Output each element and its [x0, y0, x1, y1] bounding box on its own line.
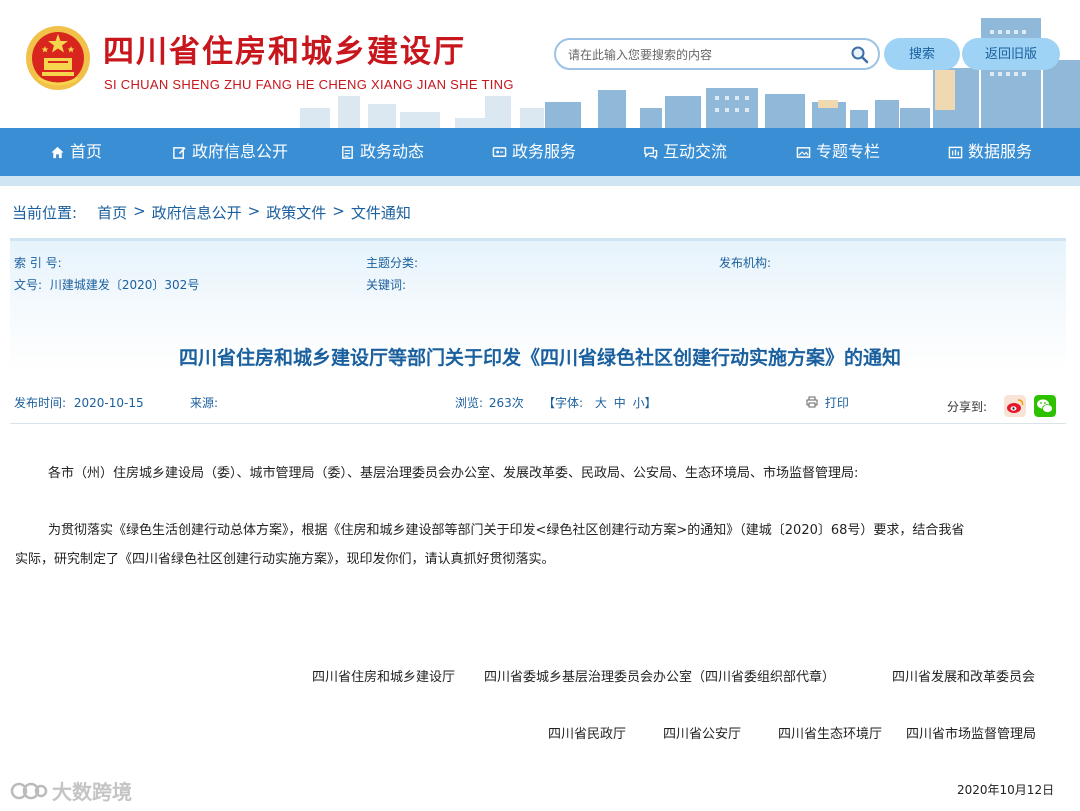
wechat-share-icon[interactable]	[1034, 395, 1056, 417]
search-button[interactable]: 搜索	[884, 38, 960, 70]
data-icon	[948, 146, 963, 158]
breadcrumb-item-gov-info[interactable]: 政府信息公开	[152, 202, 242, 223]
search-box	[554, 38, 880, 70]
site-header: 四川省住房和城乡建设厅 SI CHUAN SHENG ZHU FANG HE C…	[0, 0, 1080, 128]
nav-item-topics[interactable]: 专题专栏	[796, 128, 880, 176]
site-title: 四川省住房和城乡建设厅	[103, 34, 466, 70]
font-small-button[interactable]: 小】	[633, 396, 657, 410]
home-icon	[51, 146, 64, 158]
font-size-controls: 【字体: 大 中 小】	[543, 394, 657, 411]
publish-time-value: 2020-10-15	[73, 396, 144, 410]
nav-item-services[interactable]: 政务服务	[492, 128, 576, 176]
search-icon[interactable]	[850, 45, 870, 65]
watermark-logo-icon	[10, 782, 48, 799]
font-medium-button[interactable]: 中	[614, 396, 626, 410]
print-label: 打印	[824, 396, 849, 410]
nav-item-label: 政府信息公开	[192, 142, 289, 161]
topic-label: 主题分类:	[366, 256, 419, 270]
font-large-button[interactable]: 大	[595, 396, 607, 410]
index-number-label: 索 引 号:	[14, 256, 62, 270]
meta-divider	[10, 423, 1066, 424]
share-label: 分享到:	[947, 400, 988, 414]
breadcrumb: 当前位置: 首页 > 政府信息公开 > 政策文件 > 文件通知	[12, 202, 411, 223]
breadcrumb-item-notices[interactable]: 文件通知	[351, 202, 411, 223]
nav-item-gov-info[interactable]: 政府信息公开	[172, 128, 288, 176]
nav-item-label: 互动交流	[663, 142, 728, 161]
publish-time: 发布时间: 2020-10-15	[14, 394, 144, 411]
doc-number-value: 川建城建发〔2020〕302号	[49, 278, 200, 292]
breadcrumb-item-home[interactable]: 首页	[97, 202, 127, 223]
body-paragraph-line2: 实际，研究制定了《四川省绿色社区创建行动实施方案》，现印发你们，请认真抓好贯彻落…	[15, 552, 555, 567]
watermark-text: 大数跨境	[52, 780, 132, 804]
signer-7: 四川省市场监督管理局	[906, 727, 1037, 742]
signer-6: 四川省生态环境厅	[778, 727, 883, 742]
views-value: 263次	[488, 396, 524, 410]
nav-item-label: 政务服务	[512, 142, 577, 161]
signer-4: 四川省民政厅	[548, 727, 627, 742]
doc-number: 文号: 川建城建发〔2020〕302号	[14, 276, 199, 293]
monitor-icon	[492, 146, 507, 157]
signer-5: 四川省公安厅	[663, 727, 742, 742]
nav-item-label: 数据服务	[968, 142, 1033, 161]
breadcrumb-separator: >	[247, 202, 261, 220]
old-version-button[interactable]: 返回旧版	[962, 38, 1060, 70]
main-nav: 首页 政府信息公开 政务动态 政务服务 互动交流 专题专栏 数据服务	[0, 128, 1080, 176]
printer-icon	[806, 396, 818, 408]
search-input[interactable]	[568, 45, 848, 65]
nav-item-label: 政务动态	[360, 142, 425, 161]
salutation: 各市（州）住房城乡建设局（委）、城市管理局（委）、基层治理委员会办公室、发展改革…	[48, 466, 859, 481]
nav-item-label: 首页	[70, 142, 103, 161]
weibo-share-icon[interactable]	[1004, 395, 1026, 417]
breadcrumb-separator: >	[133, 202, 146, 220]
chat-icon	[644, 146, 658, 159]
breadcrumb-item-policy[interactable]: 政策文件	[266, 202, 326, 223]
edit-icon	[173, 146, 186, 159]
breadcrumb-separator: >	[332, 202, 345, 220]
views: 浏览: 263次	[455, 394, 524, 411]
watermark: 大数跨境	[10, 776, 132, 805]
document-icon	[342, 145, 353, 159]
signer-1: 四川省住房和城乡建设厅	[312, 670, 456, 685]
body-paragraph-line1: 为贯彻落实《绿色生活创建行动总体方案》，根据《住房和城乡建设部等部门关于印发<绿…	[48, 523, 965, 538]
font-size-label: 【字体:	[543, 396, 584, 410]
nav-item-news[interactable]: 政务动态	[340, 128, 424, 176]
source-label: 来源:	[190, 396, 219, 410]
breadcrumb-label: 当前位置:	[12, 204, 78, 222]
publish-time-label: 发布时间:	[14, 396, 67, 410]
image-icon	[796, 146, 811, 158]
site-subtitle: SI CHUAN SHENG ZHU FANG HE CHENG XIANG J…	[104, 77, 514, 92]
views-label: 浏览:	[455, 396, 484, 410]
nav-item-label: 专题专栏	[816, 142, 881, 161]
doc-number-label: 文号:	[14, 278, 43, 292]
national-emblem-icon	[26, 26, 90, 90]
nav-underbar	[0, 176, 1080, 186]
document-meta-panel	[10, 238, 1066, 424]
publisher-label: 发布机构:	[719, 256, 772, 270]
keywords-label: 关键词:	[366, 278, 407, 292]
article-title: 四川省住房和城乡建设厅等部门关于印发《四川省绿色社区创建行动实施方案》的通知	[178, 347, 901, 369]
nav-item-interaction[interactable]: 互动交流	[643, 128, 727, 176]
nav-item-data[interactable]: 数据服务	[948, 128, 1032, 176]
signer-3: 四川省发展和改革委员会	[892, 670, 1036, 685]
signer-2: 四川省委城乡基层治理委员会办公室（四川省委组织部代章）	[484, 670, 836, 685]
document-date: 2020年10月12日	[957, 783, 1055, 797]
nav-item-home[interactable]: 首页	[50, 128, 102, 176]
print-button[interactable]: 打印	[806, 394, 849, 411]
